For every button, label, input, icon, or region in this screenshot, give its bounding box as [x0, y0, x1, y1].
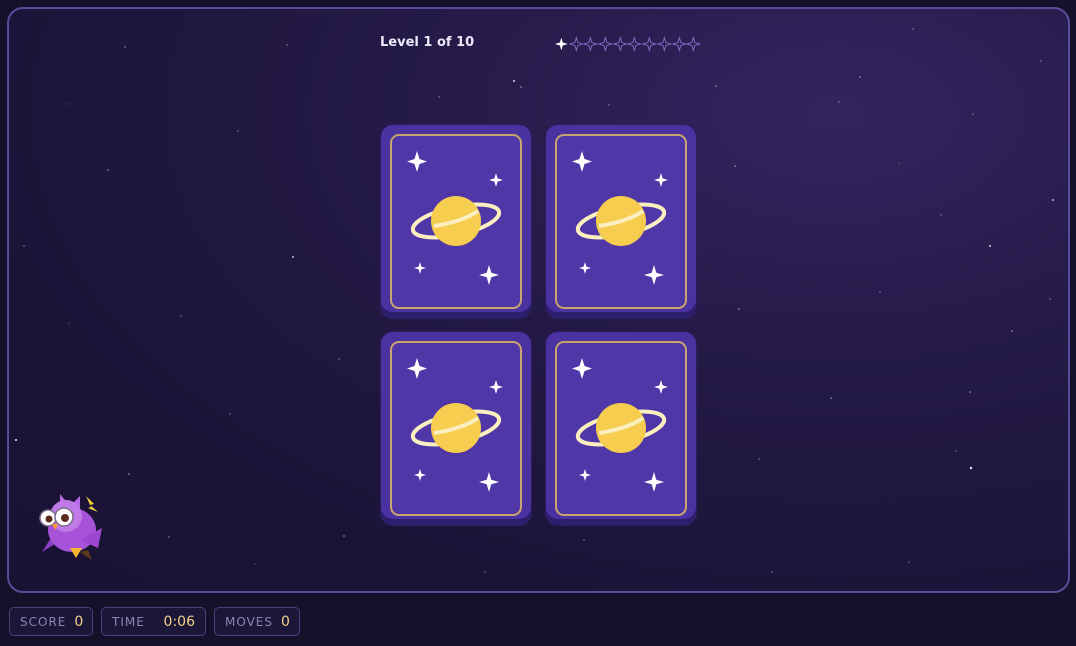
progress-star-icon	[642, 36, 657, 52]
progress-star-icon	[627, 36, 643, 52]
card-back-design	[390, 341, 522, 516]
progress-star-icon	[612, 36, 628, 52]
moves-label: MOVES	[225, 614, 273, 629]
progress-star-icon	[554, 37, 568, 51]
time-stat: TIME 0:06	[101, 607, 206, 636]
score-stat: SCORE 0	[9, 607, 93, 636]
card-back-design	[555, 341, 687, 516]
stats-bar: SCORE 0 TIME 0:06 MOVES 0	[9, 607, 300, 636]
score-label: SCORE	[20, 614, 67, 629]
starfield-background	[14, 28, 1054, 573]
progress-star-icon	[598, 36, 613, 52]
memory-card-4[interactable]	[546, 332, 696, 525]
level-progress	[554, 36, 701, 52]
progress-star-icon	[671, 36, 687, 52]
game-board: Level 1 of 10	[7, 7, 1070, 593]
time-label: TIME	[112, 614, 145, 629]
memory-card-3[interactable]	[381, 332, 531, 525]
time-value: 0:06	[163, 613, 195, 630]
memory-card-1[interactable]	[381, 125, 531, 318]
score-value: 0	[74, 613, 84, 630]
card-back-design	[555, 134, 687, 309]
moves-value: 0	[281, 613, 290, 630]
card-back-design	[390, 134, 522, 309]
owl-mascot-icon	[39, 494, 102, 560]
progress-star-icon	[656, 36, 672, 52]
progress-star-icon	[686, 36, 701, 52]
level-indicator: Level 1 of 10	[380, 35, 475, 50]
progress-star-icon	[568, 36, 584, 52]
memory-card-2[interactable]	[546, 125, 696, 318]
progress-star-icon	[583, 36, 599, 52]
moves-stat: MOVES 0	[214, 607, 300, 636]
